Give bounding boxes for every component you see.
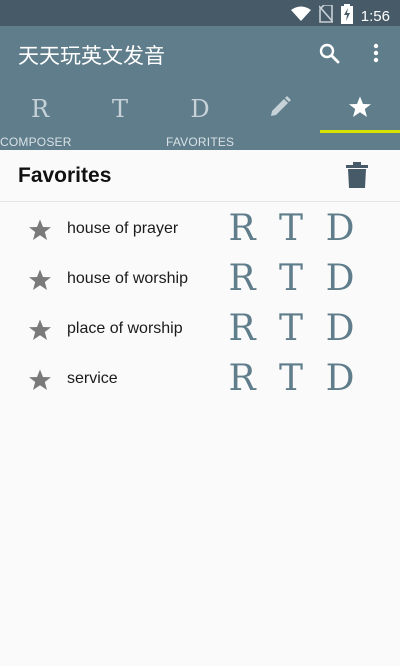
app-bar: 天天玩英文发音 (0, 26, 400, 84)
favorite-text: house of prayer (67, 220, 179, 237)
play-t-button[interactable]: T (273, 309, 309, 349)
favorites-panel: Favorites house of prayer R T D house of… (0, 150, 400, 666)
no-sim-icon (318, 4, 334, 28)
status-bar: 1:56 (0, 0, 400, 26)
tab-r[interactable]: R (0, 84, 80, 134)
tab-labels: COMPOSER FAVORITES (0, 134, 400, 150)
favorite-text: service (67, 370, 118, 387)
tab-t[interactable]: T (80, 84, 160, 134)
play-t-button[interactable]: T (273, 259, 309, 299)
r-glyph-icon: R (30, 95, 50, 123)
status-time: 1:56 (360, 8, 390, 25)
app-title: 天天玩英文发音 (18, 44, 165, 68)
favorite-text: place of worship (67, 320, 183, 337)
play-r-button[interactable]: R (224, 209, 260, 249)
favorite-text: house of worship (67, 270, 188, 287)
favorite-row[interactable]: house of prayer R T D (0, 205, 400, 255)
play-d-button[interactable]: D (322, 209, 358, 249)
play-r-button[interactable]: R (224, 309, 260, 349)
delete-icon[interactable] (346, 162, 368, 193)
play-t-button[interactable]: T (273, 359, 309, 399)
star-icon[interactable] (28, 368, 52, 397)
favorite-row[interactable]: house of worship R T D (0, 255, 400, 305)
more-options-icon[interactable] (364, 41, 388, 65)
play-d-button[interactable]: D (322, 259, 358, 299)
star-icon[interactable] (28, 318, 52, 347)
favorite-row[interactable]: service R T D (0, 355, 400, 405)
tab-bar: R T D COMPOSER FAVORITES (0, 84, 400, 150)
favorite-row[interactable]: place of worship R T D (0, 305, 400, 355)
wifi-icon (290, 6, 311, 27)
star-icon[interactable] (28, 218, 52, 247)
tab-indicator (320, 130, 400, 133)
play-d-button[interactable]: D (322, 359, 358, 399)
play-t-button[interactable]: T (273, 209, 309, 249)
section-header: Favorites (0, 150, 400, 202)
tab-label-favorites[interactable]: FAVORITES (166, 135, 234, 149)
pencil-icon (269, 95, 291, 123)
star-icon (348, 95, 372, 124)
star-icon[interactable] (28, 268, 52, 297)
play-r-button[interactable]: R (224, 359, 260, 399)
d-glyph-icon: D (190, 95, 210, 123)
tab-d[interactable]: D (160, 84, 240, 134)
tab-label-composer[interactable]: COMPOSER (0, 135, 72, 149)
search-icon[interactable] (317, 41, 341, 65)
tab-composer[interactable] (240, 84, 320, 134)
t-glyph-icon: T (111, 95, 128, 123)
play-r-button[interactable]: R (224, 259, 260, 299)
play-d-button[interactable]: D (322, 309, 358, 349)
tab-favorites[interactable] (320, 84, 400, 134)
page-title: Favorites (18, 164, 112, 187)
